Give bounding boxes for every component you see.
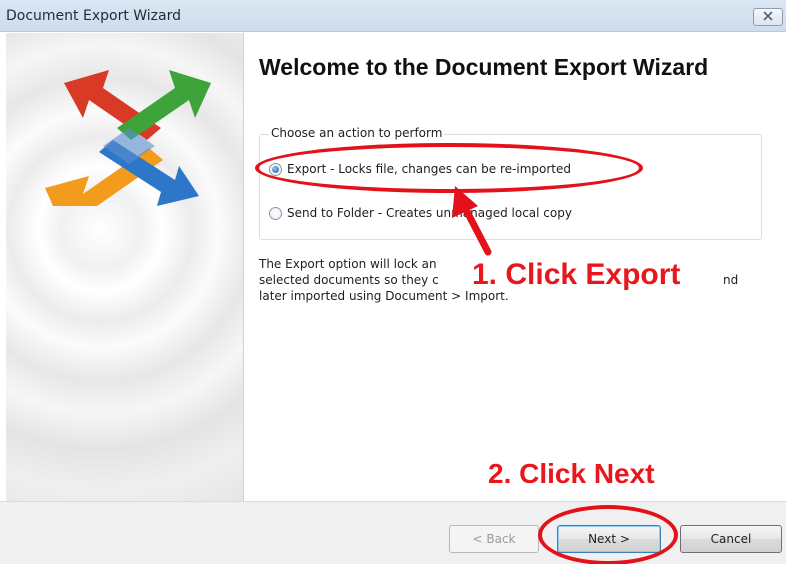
close-icon xyxy=(763,10,773,24)
wizard-sidebar-banner xyxy=(6,33,244,501)
next-button[interactable]: Next > xyxy=(557,525,661,553)
export-option[interactable]: Export - Locks file, changes can be re-i… xyxy=(269,159,571,179)
export-radio[interactable] xyxy=(269,162,282,176)
title-bar: Document Export Wizard xyxy=(0,0,786,32)
export-wizard-window: Document Export Wizard Welcome to the Do… xyxy=(0,0,786,564)
action-group-legend: Choose an action to perform xyxy=(269,126,445,140)
window-title: Document Export Wizard xyxy=(6,8,182,24)
page-title: Welcome to the Document Export Wizard xyxy=(259,54,709,80)
cancel-button[interactable]: Cancel xyxy=(680,525,782,553)
description-line-start: selected documents so they c xyxy=(259,273,439,287)
description-line-end: nd xyxy=(723,273,739,287)
back-button[interactable]: < Back xyxy=(449,525,539,553)
four-way-arrows-logo-icon xyxy=(45,70,211,206)
export-option-label: Export - Locks file, changes can be re-i… xyxy=(287,162,571,176)
close-button[interactable] xyxy=(753,8,783,26)
action-group: Choose an action to perform Export - Loc… xyxy=(259,126,762,240)
send-to-folder-option-label: Send to Folder - Creates unmanaged local… xyxy=(287,206,572,220)
step2-annotation: 2. Click Next xyxy=(488,458,655,489)
send-to-folder-option[interactable]: Send to Folder - Creates unmanaged local… xyxy=(269,203,572,223)
wizard-footer: < Back Next > Cancel xyxy=(0,501,786,564)
send-to-folder-radio[interactable] xyxy=(269,206,282,220)
step1-annotation: 1. Click Export xyxy=(469,258,684,292)
